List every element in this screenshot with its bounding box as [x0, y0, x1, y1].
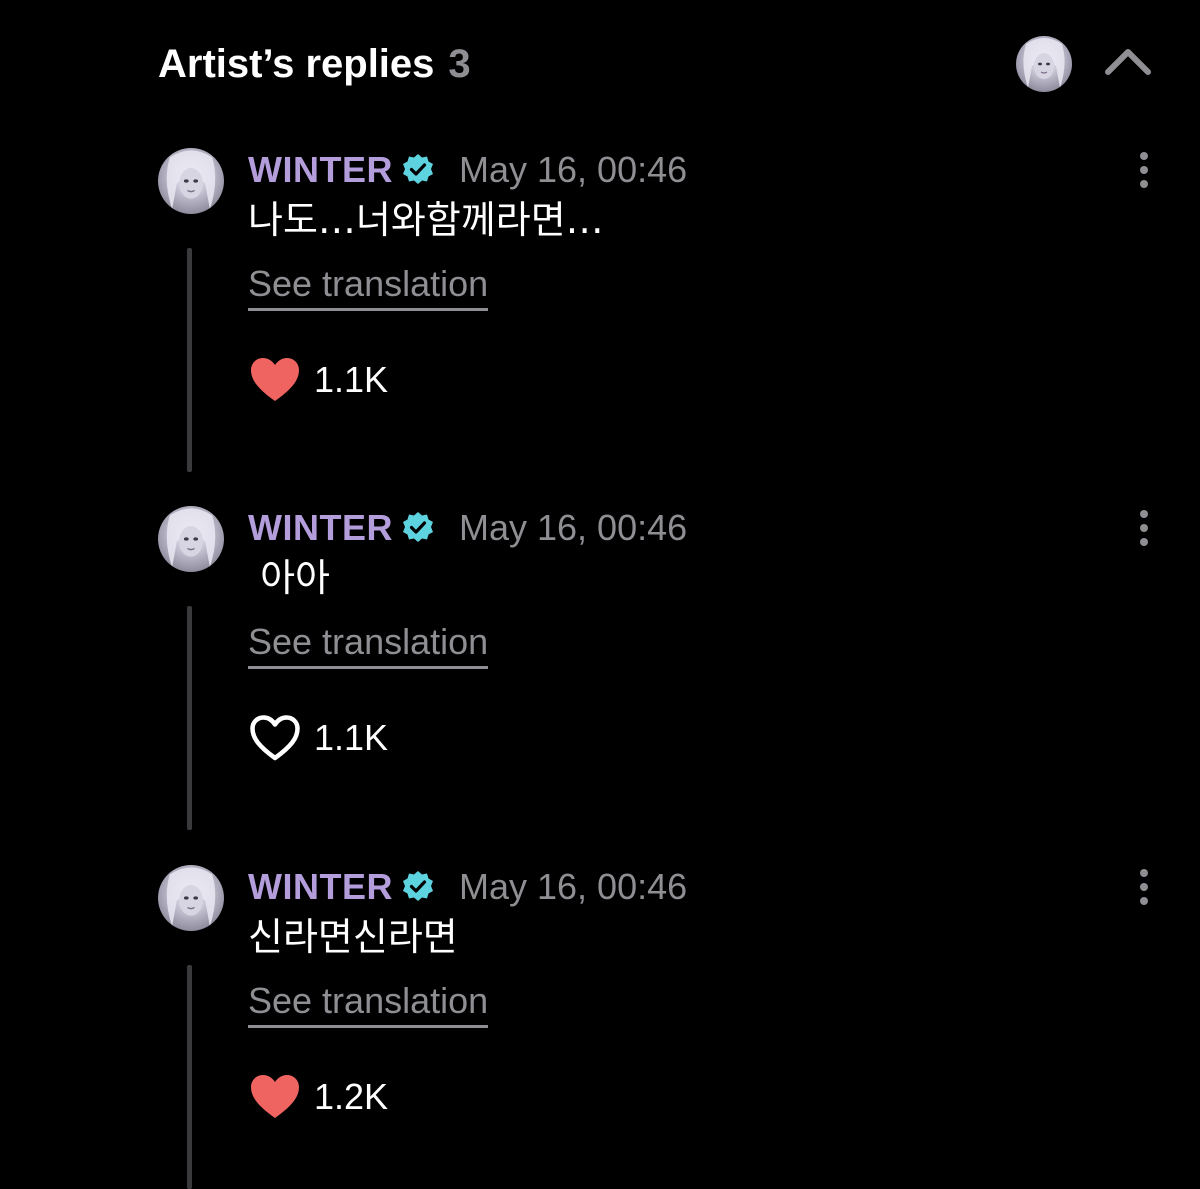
reply-item: WINTER May 16, 00:46 나도…너와함께라면… See tran…: [0, 148, 1200, 478]
heart-icon[interactable]: [248, 1072, 302, 1122]
like-row: 1.2K: [248, 1069, 388, 1125]
reply-date: May 16, 00:46: [458, 866, 688, 907]
thread-line: [187, 965, 192, 1189]
thread-line: [187, 606, 192, 830]
see-translation-link[interactable]: See translation: [248, 260, 489, 311]
reply-text: 신라면신라면: [248, 915, 458, 959]
heart-outline-icon[interactable]: [248, 713, 302, 763]
avatar[interactable]: [158, 148, 224, 214]
more-vertical-icon[interactable]: [1126, 150, 1162, 190]
like-count: 1.1K: [314, 717, 389, 758]
reply-date: May 16, 00:46: [458, 507, 688, 548]
reply-count: 3: [448, 42, 471, 86]
see-translation-link[interactable]: See translation: [248, 618, 489, 669]
like-row: 1.1K: [248, 710, 388, 766]
author-name[interactable]: WINTER: [248, 866, 393, 908]
reply-meta: WINTER May 16, 00:46: [248, 148, 687, 192]
reply-item: WINTER May 16, 00:46 아아 See translation …: [0, 506, 1200, 836]
see-translation-link[interactable]: See translation: [248, 977, 489, 1028]
chevron-up-icon[interactable]: [1100, 40, 1156, 80]
thread-line: [187, 248, 192, 472]
reply-text: 아아: [248, 556, 330, 600]
verified-badge-icon: [402, 871, 433, 901]
verified-badge-icon: [402, 512, 433, 542]
artist-avatar[interactable]: [1016, 36, 1072, 92]
like-count: 1.2K: [314, 1076, 389, 1117]
author-name[interactable]: WINTER: [248, 507, 393, 549]
reply-item: WINTER May 16, 00:46 신라면신라면 See translat…: [0, 865, 1200, 1189]
reply-meta: WINTER May 16, 00:46: [248, 506, 687, 550]
heart-icon[interactable]: [248, 355, 302, 405]
section-title-label: Artist’s replies: [158, 42, 435, 86]
verified-badge-icon: [402, 154, 433, 184]
reply-meta: WINTER May 16, 00:46: [248, 865, 687, 909]
author-name[interactable]: WINTER: [248, 149, 393, 191]
avatar[interactable]: [158, 865, 224, 931]
more-vertical-icon[interactable]: [1126, 508, 1162, 548]
section-title: Artist’s replies 3: [158, 38, 471, 90]
reply-date: May 16, 00:46: [458, 149, 688, 190]
like-row: 1.1K: [248, 352, 388, 408]
reply-text: 나도…너와함께라면…: [248, 198, 604, 242]
replies-header: Artist’s replies 3: [0, 0, 1200, 130]
like-count: 1.1K: [314, 359, 389, 400]
more-vertical-icon[interactable]: [1126, 867, 1162, 907]
avatar[interactable]: [158, 506, 224, 572]
